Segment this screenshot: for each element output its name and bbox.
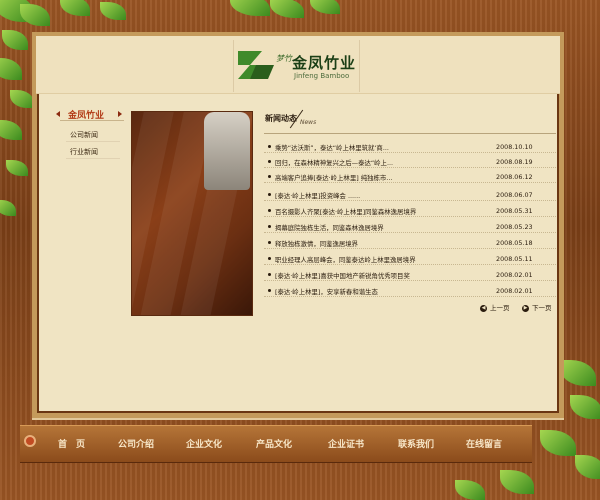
arrow-left-icon — [56, 111, 60, 117]
news-date: 2008.05.18 — [496, 239, 533, 247]
news-date: 2008.06.12 — [496, 173, 533, 181]
bullet-icon — [268, 273, 271, 276]
bullet-icon — [268, 209, 271, 212]
nav-item-contact-us[interactable]: 联系我们 — [398, 437, 434, 450]
news-row[interactable]: 回归，在森林精神复兴之后—泰达“岭上... 2008.08.19 — [264, 156, 556, 168]
wood-floor-photo — [131, 111, 253, 316]
news-date: 2008.05.23 — [496, 223, 533, 231]
news-title[interactable]: [泰达·岭上林里]喜获中国地产新锐角优秀项目奖 — [275, 271, 485, 280]
nav-item-home[interactable]: 首 页 — [58, 437, 85, 450]
nav-bullet-icon — [24, 435, 36, 447]
news-date: 2008.10.10 — [496, 143, 533, 151]
nav-item-certificates[interactable]: 企业证书 — [328, 437, 364, 450]
news-row[interactable]: [泰达·岭上林里]喜获中国地产新锐角优秀项目奖 2008.02.01 — [264, 269, 556, 281]
next-page-label: 下一页 — [532, 304, 552, 312]
news-title[interactable]: 职业经理人高层峰会，同鉴泰达岭上林里逸居境界 — [275, 255, 485, 264]
news-title[interactable]: [泰达·岭上林里]投资峰会 ...... — [275, 191, 485, 200]
logo-tag: 梦竹 — [276, 54, 292, 63]
bullet-icon — [268, 289, 271, 292]
bullet-icon — [268, 241, 271, 244]
news-date: 2008.05.31 — [496, 207, 533, 215]
nav-item-company-intro[interactable]: 公司介绍 — [118, 437, 154, 450]
bullet-icon — [268, 145, 271, 148]
news-row[interactable]: 乘势“达沃斯”，泰达“岭上林里筑就‘商... 2008.10.10 — [264, 141, 556, 153]
news-row[interactable]: [泰达·岭上林里]，安享新春和谐生态 2008.02.01 — [264, 285, 556, 297]
logo-title: 金凤竹业 — [292, 54, 357, 72]
nav-item-online-message[interactable]: 在线留言 — [466, 437, 502, 450]
next-page-button[interactable]: ▶ 下一页 — [522, 302, 552, 312]
news-date: 2008.02.01 — [496, 287, 533, 295]
news-row[interactable]: 职业经理人高层峰会，同鉴泰达岭上林里逸居境界 2008.05.11 — [264, 253, 556, 265]
prev-page-button[interactable]: ◀ 上一页 — [480, 302, 510, 312]
news-title[interactable]: 释放独栋激情，同鉴逸居境界 — [275, 239, 485, 248]
news-row[interactable]: [泰达·岭上林里]投资峰会 ...... 2008.06.07 — [264, 189, 556, 201]
news-title[interactable]: 百名摄影人齐聚[泰达·岭上林里]同鉴森林逸居境界 — [275, 207, 485, 216]
news-date: 2008.02.01 — [496, 271, 533, 279]
bullet-icon — [268, 193, 271, 196]
logo-subtitle: Jinfeng Bamboo — [294, 72, 350, 80]
nav-item-corporate-culture[interactable]: 企业文化 — [186, 437, 222, 450]
bullet-icon — [268, 175, 271, 178]
sidebar-divider — [60, 120, 124, 121]
news-row[interactable]: 揭幕庭院独栋生活，同鉴森林逸居境界 2008.05.23 — [264, 221, 556, 233]
news-date: 2008.08.19 — [496, 158, 533, 166]
nav-item-product-culture[interactable]: 产品文化 — [256, 437, 292, 450]
prev-arrow-icon: ◀ — [480, 304, 487, 312]
news-row[interactable]: 高端客户追捧[泰达·岭上林里] 纯独栋市... 2008.06.12 — [264, 171, 556, 183]
news-title[interactable]: [泰达·岭上林里]，安享新春和谐生态 — [275, 287, 485, 296]
news-divider — [264, 133, 556, 134]
next-arrow-icon: ▶ — [522, 304, 529, 312]
bamboo-logo-icon — [238, 51, 274, 79]
prev-page-label: 上一页 — [490, 304, 510, 312]
sidebar-separator — [66, 158, 120, 159]
news-title[interactable]: 揭幕庭院独栋生活，同鉴森林逸居境界 — [275, 223, 485, 232]
sidebar-item-company-news[interactable]: 公司新闻 — [70, 130, 98, 140]
news-date: 2008.06.07 — [496, 191, 533, 199]
bullet-icon — [268, 225, 271, 228]
bullet-icon — [268, 257, 271, 260]
news-title[interactable]: 乘势“达沃斯”，泰达“岭上林里筑就‘商... — [275, 143, 485, 152]
news-title[interactable]: 高端客户追捧[泰达·岭上林里] 纯独栋市... — [275, 173, 485, 182]
news-title[interactable]: 回归，在森林精神复兴之后—泰达“岭上... — [275, 158, 485, 167]
arrow-right-icon — [118, 111, 122, 117]
bullet-icon — [268, 160, 271, 163]
news-date: 2008.05.11 — [496, 255, 533, 263]
news-section-subtitle: News — [300, 119, 317, 126]
news-row[interactable]: 百名摄影人齐聚[泰达·岭上林里]同鉴森林逸居境界 2008.05.31 — [264, 205, 556, 217]
news-row[interactable]: 释放独栋激情，同鉴逸居境界 2008.05.18 — [264, 237, 556, 249]
sidebar-item-industry-news[interactable]: 行业新闻 — [70, 147, 98, 157]
sidebar-separator — [66, 141, 120, 142]
